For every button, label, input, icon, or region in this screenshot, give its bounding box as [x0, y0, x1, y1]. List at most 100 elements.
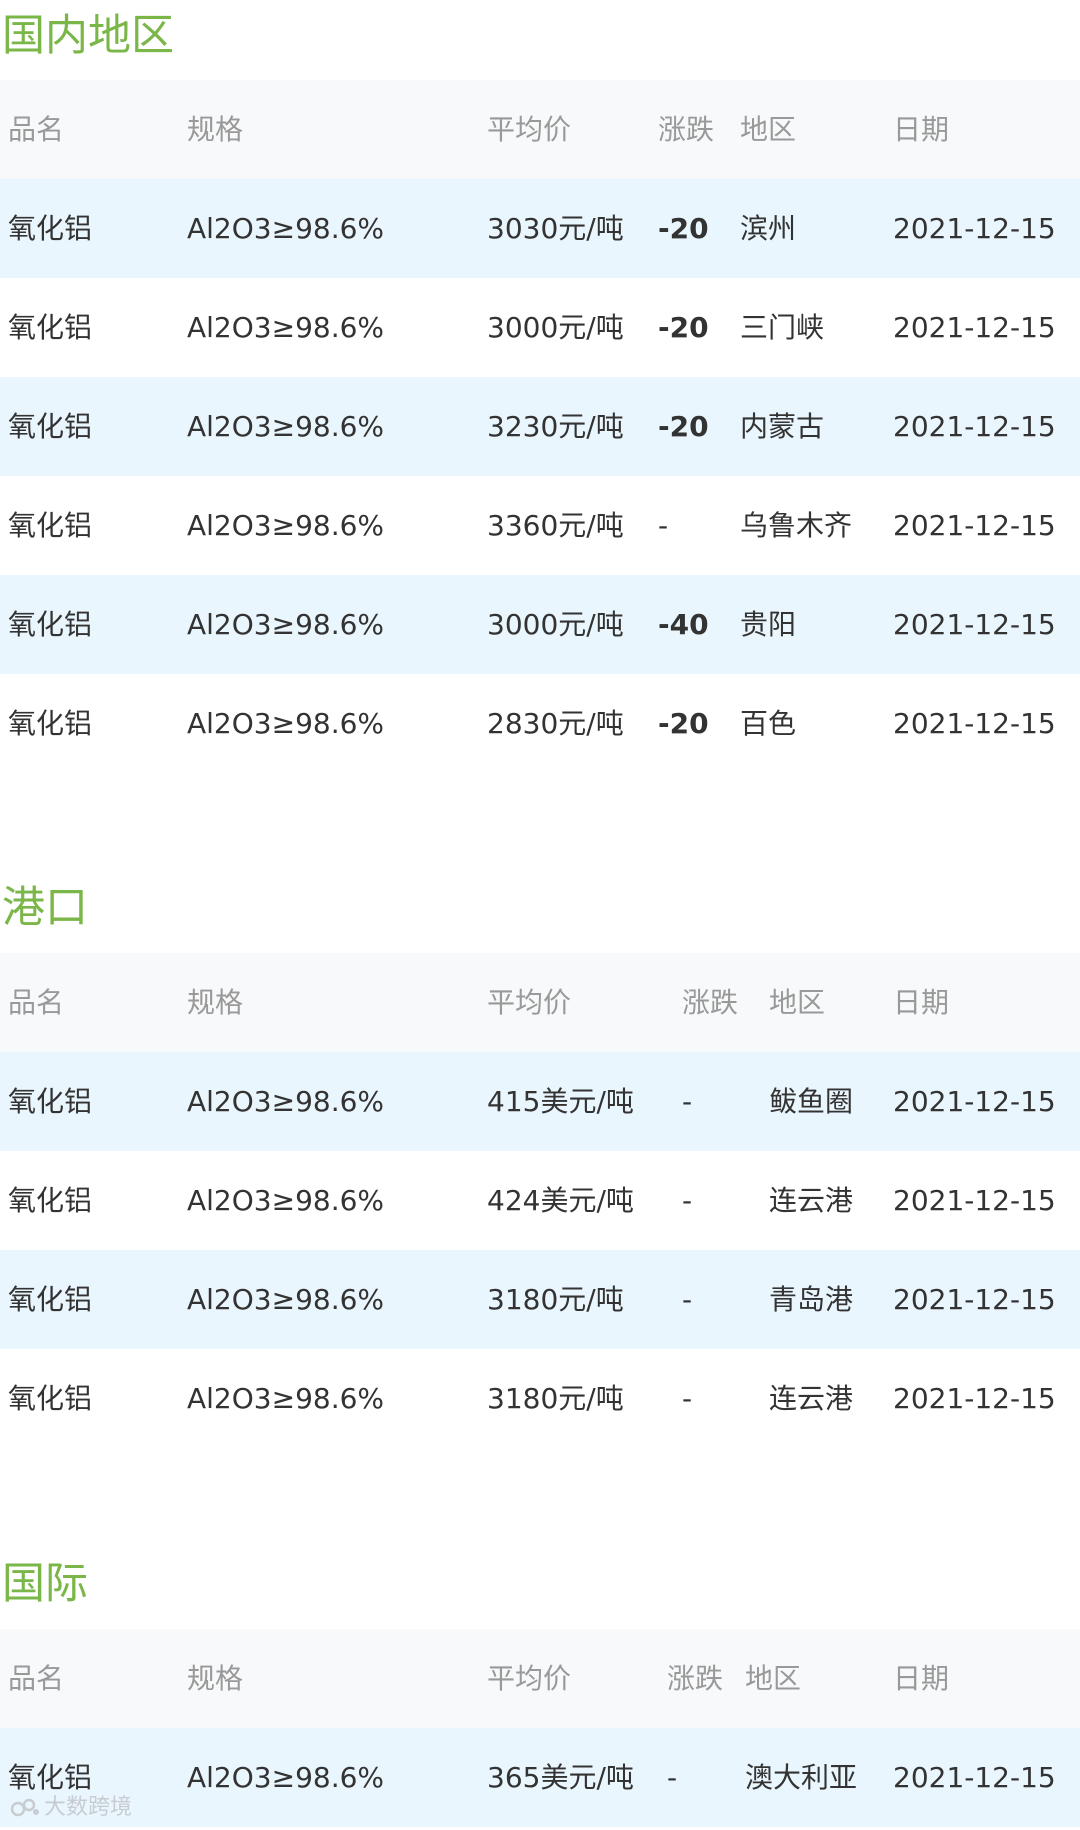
cell-price: 3030元/吨 [487, 212, 624, 245]
cell-region: 乌鲁木齐 [740, 509, 853, 542]
table-row: 氧化铝 Al2O3≥98.6% 3180元/吨 - 连云港 2021-12-15 [0, 1349, 1080, 1448]
cell-region: 内蒙古 [740, 410, 825, 443]
table-row: 氧化铝 Al2O3≥98.6% 3180元/吨 - 青岛港 2021-12-15 [0, 1250, 1080, 1349]
table-row: 氧化铝 Al2O3≥98.6% 2830元/吨 -20 百色 2021-12-1… [0, 674, 1080, 773]
col-header-date: 日期 [893, 1662, 950, 1695]
cell-price: 424美元/吨 [487, 1184, 634, 1217]
table-header: 品名 规格 平均价 涨跌 地区 日期 [0, 80, 1080, 179]
cell-change: -20 [658, 410, 709, 443]
col-header-name: 品名 [8, 986, 65, 1019]
col-header-region: 地区 [740, 113, 797, 146]
cell-date: 2021-12-15 [893, 1382, 1056, 1415]
cell-date: 2021-12-15 [893, 311, 1056, 344]
section-title: 国内地区 [2, 11, 174, 61]
cell-name: 氧化铝 [8, 212, 93, 245]
cell-name: 氧化铝 [8, 509, 93, 542]
col-header-region: 地区 [769, 986, 826, 1019]
cell-spec: Al2O3≥98.6% [187, 707, 385, 740]
cell-region: 鲅鱼圈 [769, 1085, 854, 1118]
cell-spec: Al2O3≥98.6% [187, 311, 385, 344]
col-header-change: 涨跌 [667, 1662, 724, 1695]
section-title: 国际 [2, 1559, 88, 1609]
cell-region: 贵阳 [740, 608, 797, 641]
cell-price: 3180元/吨 [487, 1382, 624, 1415]
cell-spec: Al2O3≥98.6% [187, 410, 385, 443]
cell-change: - [682, 1184, 693, 1217]
section-title: 港口 [2, 883, 88, 933]
cell-spec: Al2O3≥98.6% [187, 1761, 385, 1794]
cell-date: 2021-12-15 [893, 707, 1056, 740]
table-row: 氧化铝 Al2O3≥98.6% 3360元/吨 - 乌鲁木齐 2021-12-1… [0, 476, 1080, 575]
col-header-name: 品名 [8, 1662, 65, 1695]
cell-change: - [682, 1085, 693, 1118]
cell-price: 365美元/吨 [487, 1761, 634, 1794]
cell-name: 氧化铝 [8, 1283, 93, 1316]
col-header-spec: 规格 [187, 113, 244, 146]
cell-price: 2830元/吨 [487, 707, 624, 740]
watermark: 大数跨境 [10, 1793, 132, 1823]
cell-date: 2021-12-15 [893, 410, 1056, 443]
brand-logo-icon [10, 1797, 40, 1819]
table-row: 氧化铝 Al2O3≥98.6% 3000元/吨 -20 三门峡 2021-12-… [0, 278, 1080, 377]
col-header-price: 平均价 [487, 113, 572, 146]
cell-change: - [682, 1382, 693, 1415]
cell-price: 3230元/吨 [487, 410, 624, 443]
cell-spec: Al2O3≥98.6% [187, 1085, 385, 1118]
cell-region: 滨州 [740, 212, 797, 245]
cell-region: 澳大利亚 [745, 1761, 858, 1794]
cell-date: 2021-12-15 [893, 1085, 1056, 1118]
cell-date: 2021-12-15 [893, 608, 1056, 641]
col-header-spec: 规格 [187, 986, 244, 1019]
col-header-spec: 规格 [187, 1662, 244, 1695]
cell-name: 氧化铝 [8, 311, 93, 344]
cell-name: 氧化铝 [8, 608, 93, 641]
cell-region: 百色 [740, 707, 797, 740]
cell-spec: Al2O3≥98.6% [187, 509, 385, 542]
cell-spec: Al2O3≥98.6% [187, 1184, 385, 1217]
cell-name: 氧化铝 [8, 1184, 93, 1217]
table-header: 品名 规格 平均价 涨跌 地区 日期 [0, 1629, 1080, 1728]
cell-price: 3180元/吨 [487, 1283, 624, 1316]
cell-spec: Al2O3≥98.6% [187, 1283, 385, 1316]
col-header-price: 平均价 [487, 1662, 572, 1695]
cell-date: 2021-12-15 [893, 509, 1056, 542]
cell-spec: Al2O3≥98.6% [187, 212, 385, 245]
cell-name: 氧化铝 [8, 1085, 93, 1118]
table-header: 品名 规格 平均价 涨跌 地区 日期 [0, 953, 1080, 1052]
table-row: 氧化铝 Al2O3≥98.6% 415美元/吨 - 鲅鱼圈 2021-12-15 [0, 1052, 1080, 1151]
cell-change: -20 [658, 311, 709, 344]
cell-region: 青岛港 [769, 1283, 854, 1316]
col-header-date: 日期 [893, 113, 950, 146]
col-header-change: 涨跌 [682, 986, 739, 1019]
cell-date: 2021-12-15 [893, 212, 1056, 245]
cell-region: 连云港 [769, 1184, 854, 1217]
col-header-price: 平均价 [487, 986, 572, 1019]
cell-date: 2021-12-15 [893, 1184, 1056, 1217]
cell-name: 氧化铝 [8, 1382, 93, 1415]
cell-change: - [682, 1283, 693, 1316]
cell-change: - [667, 1761, 678, 1794]
cell-change: -20 [658, 212, 709, 245]
col-header-change: 涨跌 [658, 113, 715, 146]
cell-change: -40 [658, 608, 709, 641]
cell-date: 2021-12-15 [893, 1761, 1056, 1794]
col-header-date: 日期 [893, 986, 950, 1019]
table-row: 氧化铝 Al2O3≥98.6% 3030元/吨 -20 滨州 2021-12-1… [0, 179, 1080, 278]
cell-price: 415美元/吨 [487, 1085, 634, 1118]
cell-price: 3360元/吨 [487, 509, 624, 542]
cell-date: 2021-12-15 [893, 1283, 1056, 1316]
cell-name: 氧化铝 [8, 410, 93, 443]
cell-change: -20 [658, 707, 709, 740]
cell-spec: Al2O3≥98.6% [187, 1382, 385, 1415]
watermark-text: 大数跨境 [44, 1795, 133, 1820]
cell-price: 3000元/吨 [487, 311, 624, 344]
table-row: 氧化铝 Al2O3≥98.6% 3230元/吨 -20 内蒙古 2021-12-… [0, 377, 1080, 476]
cell-change: - [658, 509, 669, 542]
col-header-region: 地区 [745, 1662, 802, 1695]
cell-region: 三门峡 [740, 311, 825, 344]
cell-region: 连云港 [769, 1382, 854, 1415]
table-row: 氧化铝 Al2O3≥98.6% 3000元/吨 -40 贵阳 2021-12-1… [0, 575, 1080, 674]
table-row: 氧化铝 Al2O3≥98.6% 365美元/吨 - 澳大利亚 2021-12-1… [0, 1728, 1080, 1827]
cell-name: 氧化铝 [8, 707, 93, 740]
cell-spec: Al2O3≥98.6% [187, 608, 385, 641]
